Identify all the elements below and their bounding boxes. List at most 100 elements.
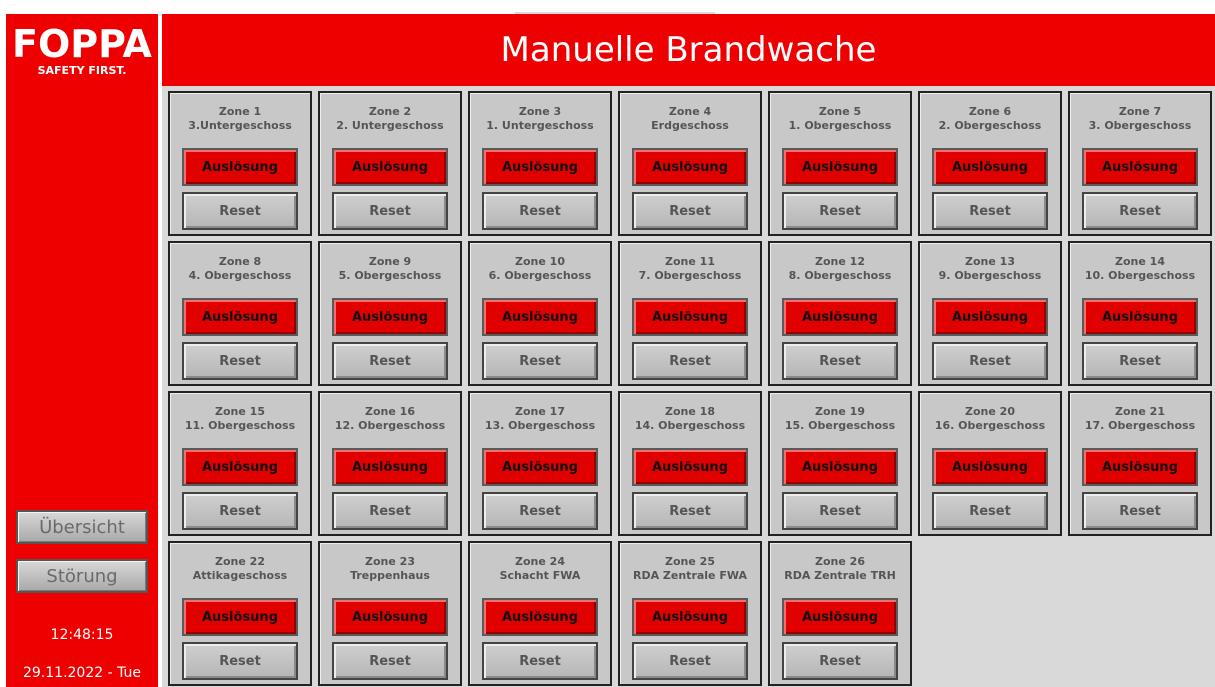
trigger-button[interactable]: Auslösung [332,148,448,186]
zone-floor: 2. Obergeschoss [938,119,1042,132]
zone-tile: Zone 13 9. Obergeschoss Auslösung Reset [918,241,1062,386]
trigger-button[interactable]: Auslösung [1082,148,1198,186]
reset-button[interactable]: Reset [332,192,448,230]
zone-tile: Zone 19 15. Obergeschoss Auslösung Reset [768,391,912,536]
reset-button[interactable]: Reset [782,642,898,680]
reset-button[interactable]: Reset [332,492,448,530]
reset-button[interactable]: Reset [182,342,298,380]
trigger-button[interactable]: Auslösung [782,298,898,336]
zone-tile: Zone 1 3.Untergeschoss Auslösung Reset [168,91,312,236]
reset-button[interactable]: Reset [182,642,298,680]
trigger-button[interactable]: Auslösung [332,598,448,636]
reset-button[interactable]: Reset [632,492,748,530]
zone-grid: Zone 1 3.Untergeschoss Auslösung Reset Zone … [168,91,1212,686]
zone-name: Zone 5 [818,105,862,118]
zone-floor: Erdgeschoss [651,119,729,132]
page-header: Manuelle Brandwache [162,14,1215,86]
zone-tile: Zone 12 8. Obergeschoss Auslösung Reset [768,241,912,386]
trigger-button[interactable]: Auslösung [782,148,898,186]
zone-floor: Attikageschoss [192,569,288,582]
zone-tile: Zone 21 17. Obergeschoss Auslösung Reset [1068,391,1212,536]
reset-button[interactable]: Reset [1082,192,1198,230]
zone-name: Zone 21 [1115,405,1165,418]
zone-floor: RDA Zentrale TRH [784,569,896,582]
reset-button[interactable]: Reset [782,492,898,530]
trigger-button[interactable]: Auslösung [632,298,748,336]
zone-tile: Zone 9 5. Obergeschoss Auslösung Reset [318,241,462,386]
reset-button[interactable]: Reset [482,192,598,230]
reset-button[interactable]: Reset [182,492,298,530]
trigger-button[interactable]: Auslösung [182,148,298,186]
trigger-button[interactable]: Auslösung [182,448,298,486]
zone-floor: 8. Obergeschoss [788,269,892,282]
zone-tile: Zone 3 1. Untergeschoss Auslösung Reset [468,91,612,236]
zone-name: Zone 13 [965,255,1015,268]
zone-name: Zone 22 [215,555,265,568]
trigger-button[interactable]: Auslösung [932,298,1048,336]
trigger-button[interactable]: Auslösung [1082,448,1198,486]
reset-button[interactable]: Reset [332,342,448,380]
trigger-button[interactable]: Auslösung [182,298,298,336]
zone-name: Zone 10 [515,255,565,268]
zone-tile: Zone 10 6. Obergeschoss Auslösung Reset [468,241,612,386]
zone-floor: 10. Obergeschoss [1084,269,1196,282]
trigger-button[interactable]: Auslösung [632,148,748,186]
reset-button[interactable]: Reset [632,192,748,230]
trigger-button[interactable]: Auslösung [1082,298,1198,336]
zone-name: Zone 26 [815,555,865,568]
trigger-button[interactable]: Auslösung [932,448,1048,486]
zone-floor: 4. Obergeschoss [188,269,292,282]
zone-name: Zone 23 [365,555,415,568]
trigger-button[interactable]: Auslösung [482,598,598,636]
zone-name: Zone 4 [668,105,712,118]
reset-button[interactable]: Reset [482,642,598,680]
trigger-button[interactable]: Auslösung [482,298,598,336]
zone-tile: Zone 7 3. Obergeschoss Auslösung Reset [1068,91,1212,236]
zone-floor: 15. Obergeschoss [784,419,896,432]
zone-floor: 14. Obergeschoss [634,419,746,432]
overview-button[interactable]: Übersicht [16,510,148,544]
zone-name: Zone 11 [665,255,715,268]
trigger-button[interactable]: Auslösung [632,598,748,636]
zone-name: Zone 12 [815,255,865,268]
trigger-button[interactable]: Auslösung [332,298,448,336]
zone-floor: 1. Untergeschoss [486,119,594,132]
zone-floor: Schacht FWA [499,569,581,582]
sidebar: FOPPA SAFETY FIRST. Übersicht Störung 12… [6,14,158,687]
zone-floor: 13. Obergeschoss [484,419,596,432]
zone-floor: 5. Obergeschoss [338,269,442,282]
trigger-button[interactable]: Auslösung [782,598,898,636]
reset-button[interactable]: Reset [1082,342,1198,380]
trigger-button[interactable]: Auslösung [932,148,1048,186]
reset-button[interactable]: Reset [932,192,1048,230]
reset-button[interactable]: Reset [632,342,748,380]
reset-button[interactable]: Reset [932,492,1048,530]
reset-button[interactable]: Reset [332,642,448,680]
trigger-button[interactable]: Auslösung [482,448,598,486]
clock-time: 12:48:15 [50,627,114,643]
trigger-button[interactable]: Auslösung [782,448,898,486]
reset-button[interactable]: Reset [182,192,298,230]
trigger-button[interactable]: Auslösung [332,448,448,486]
reset-button[interactable]: Reset [482,492,598,530]
zone-floor: 2. Untergeschoss [336,119,444,132]
reset-button[interactable]: Reset [482,342,598,380]
logo-name: FOPPA [12,22,152,66]
trigger-button[interactable]: Auslösung [182,598,298,636]
zone-name: Zone 8 [218,255,262,268]
reset-button[interactable]: Reset [782,342,898,380]
zone-name: Zone 6 [968,105,1012,118]
reset-button[interactable]: Reset [1082,492,1198,530]
fault-button[interactable]: Störung [16,559,148,593]
zone-name: Zone 20 [965,405,1015,418]
zone-floor: 11. Obergeschoss [184,419,296,432]
reset-button[interactable]: Reset [932,342,1048,380]
reset-button[interactable]: Reset [782,192,898,230]
reset-button[interactable]: Reset [632,642,748,680]
trigger-button[interactable]: Auslösung [482,148,598,186]
company-logo: FOPPA SAFETY FIRST. [6,24,158,77]
trigger-button[interactable]: Auslösung [632,448,748,486]
zone-floor: Treppenhaus [350,569,430,582]
zone-tile: Zone 22 Attikageschoss Auslösung Reset [168,541,312,686]
zone-tile: Zone 18 14. Obergeschoss Auslösung Reset [618,391,762,536]
